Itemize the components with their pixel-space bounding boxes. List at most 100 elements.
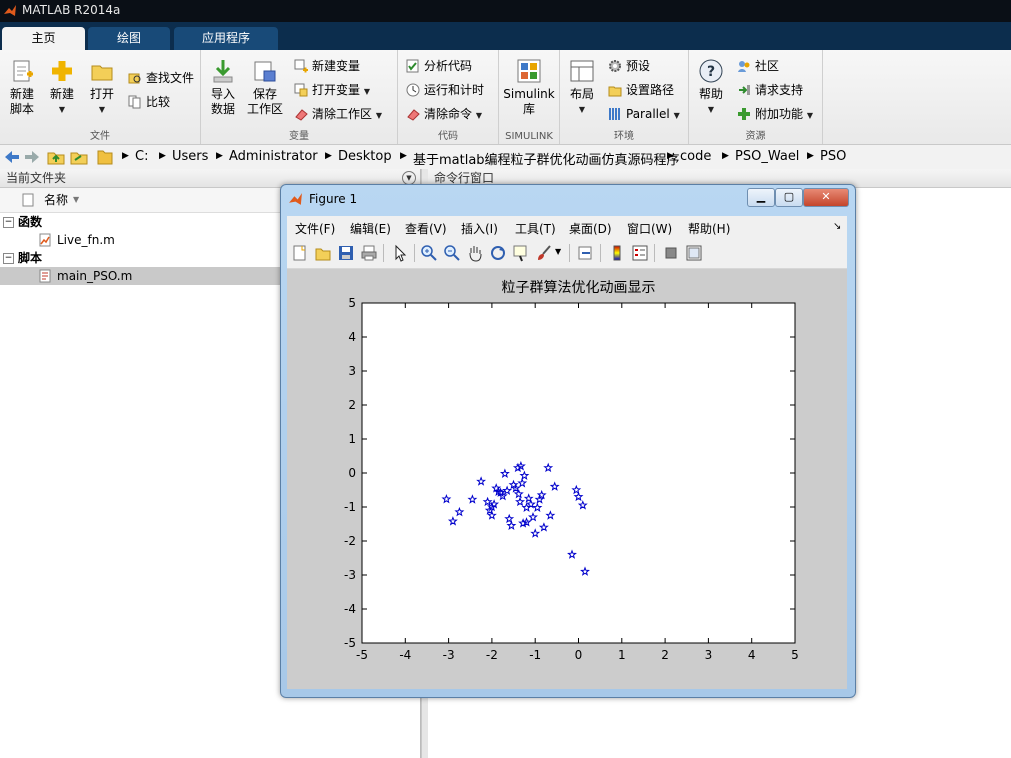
clear-commands-label: 清除命令 bbox=[424, 107, 473, 121]
plot-area[interactable]: 粒子群算法优化动画显示 -5 -4 -3 -2 -1 0 1 2 3 4 5 -5 -4 -3 -2 -1 0 1… bbox=[287, 269, 847, 689]
tab-apps[interactable]: 应用程序 bbox=[174, 27, 278, 50]
open-button[interactable]: 打开 ▼ bbox=[84, 58, 120, 117]
scatter-chart[interactable]: 粒子群算法优化动画显示 -5 -4 -3 -2 -1 0 1 2 3 4 5 -5 -4 -3 -2 -1 0 1… bbox=[287, 269, 847, 689]
new-button[interactable]: 新建 ▼ bbox=[44, 58, 80, 117]
show-plot-tools-icon[interactable] bbox=[685, 244, 703, 262]
browse-folder-icon[interactable] bbox=[70, 149, 88, 165]
breadcrumb-item[interactable]: PSO_Wael bbox=[735, 149, 799, 164]
preferences-button[interactable]: 预设 bbox=[608, 56, 650, 76]
import-data-button[interactable]: 导入 数据 bbox=[205, 58, 241, 117]
new-variable-button[interactable]: 新建变量 bbox=[294, 56, 360, 76]
analyze-code-icon bbox=[406, 59, 419, 73]
rotate-3d-icon[interactable] bbox=[489, 244, 507, 262]
maximize-button[interactable]: ▢ bbox=[775, 188, 803, 207]
back-arrow-icon[interactable] bbox=[4, 150, 20, 164]
svg-text:?: ? bbox=[707, 64, 715, 80]
figure-window[interactable]: Figure 1 ▁ ▢ ✕ 文件(F) 编辑(E) 查看(V) 插入(I) 工具(T)… bbox=[280, 184, 856, 698]
breadcrumb-item[interactable]: C: bbox=[135, 149, 148, 164]
brush-icon[interactable] bbox=[535, 244, 553, 262]
simulink-library-button[interactable]: Simulink 库 bbox=[503, 58, 555, 117]
new-script-button[interactable]: 新建 脚本 bbox=[4, 58, 40, 117]
save-icon[interactable] bbox=[337, 244, 355, 262]
parallel-button[interactable]: Parallel ▼ bbox=[608, 104, 680, 124]
x-tick-label: 0 bbox=[575, 648, 583, 662]
breadcrumb-item[interactable]: PSO bbox=[820, 149, 846, 164]
set-path-icon bbox=[608, 86, 622, 97]
compare-button[interactable]: 比较 bbox=[128, 92, 170, 112]
open-variable-button[interactable]: 打开变量 ▼ bbox=[294, 80, 370, 100]
breadcrumb-item[interactable]: Desktop bbox=[338, 149, 392, 164]
link-plot-icon[interactable] bbox=[577, 244, 595, 262]
find-files-icon bbox=[128, 73, 141, 84]
ribbon-group-simulink: Simulink 库 SIMULINK bbox=[499, 50, 560, 144]
help-button[interactable]: ? 帮助 ▼ bbox=[693, 58, 729, 117]
tab-plots[interactable]: 绘图 bbox=[88, 27, 170, 50]
breadcrumb-separator-icon[interactable]: ▶ bbox=[807, 151, 814, 161]
breadcrumb-separator-icon[interactable]: ▶ bbox=[122, 151, 129, 161]
figure-menu-item[interactable]: 文件(F) bbox=[295, 220, 335, 237]
breadcrumb-separator-icon[interactable]: ▶ bbox=[667, 151, 674, 161]
breadcrumb-item[interactable]: Administrator bbox=[229, 149, 318, 164]
minimize-button[interactable]: ▁ bbox=[747, 188, 775, 207]
hide-plot-tools-icon[interactable] bbox=[662, 244, 680, 262]
legend-icon[interactable] bbox=[631, 244, 649, 262]
breadcrumb-separator-icon[interactable]: ▶ bbox=[722, 151, 729, 161]
breadcrumb-item[interactable]: 基于matlab编程粒子群优化动画仿真源码程序 bbox=[413, 149, 680, 168]
figure-menu-item[interactable]: 窗口(W) bbox=[627, 220, 672, 237]
app-title-bar: MATLAB R2014a bbox=[0, 0, 1011, 22]
breadcrumb-separator-icon[interactable]: ▶ bbox=[325, 151, 332, 161]
collapse-icon[interactable]: − bbox=[3, 217, 14, 228]
breadcrumb-separator-icon[interactable]: ▶ bbox=[159, 151, 166, 161]
find-files-button[interactable]: 查找文件 bbox=[128, 68, 194, 88]
collapse-icon[interactable]: − bbox=[3, 253, 14, 264]
new-figure-icon[interactable] bbox=[291, 244, 309, 262]
colorbar-icon[interactable] bbox=[608, 244, 626, 262]
run-and-time-button[interactable]: 运行和计时 bbox=[406, 80, 484, 100]
panel-menu-icon[interactable]: ▼ bbox=[402, 171, 416, 185]
tab-home[interactable]: 主页 bbox=[2, 27, 85, 50]
pan-hand-icon[interactable] bbox=[466, 244, 484, 262]
file-type-icon bbox=[22, 193, 34, 207]
clear-commands-button[interactable]: 清除命令 ▼ bbox=[406, 104, 482, 124]
figure-menu-item[interactable]: 帮助(H) bbox=[688, 220, 730, 237]
chevron-down-icon: ▼ bbox=[58, 105, 66, 114]
open-file-icon[interactable] bbox=[314, 244, 332, 262]
chevron-down-icon: ▼ bbox=[806, 111, 813, 120]
zoom-in-icon[interactable] bbox=[420, 244, 438, 262]
figure-menu-item[interactable]: 插入(I) bbox=[461, 220, 498, 237]
set-path-button[interactable]: 设置路径 bbox=[608, 80, 674, 100]
chevron-down-icon[interactable]: ▼ bbox=[555, 247, 561, 256]
column-name[interactable]: 名称 bbox=[44, 188, 68, 212]
new-label: 新建 bbox=[49, 87, 74, 101]
up-folder-icon[interactable] bbox=[47, 149, 65, 165]
breadcrumb-item[interactable]: code bbox=[680, 149, 711, 164]
layout-button[interactable]: 布局 ▼ bbox=[564, 58, 600, 117]
breadcrumb-separator-icon[interactable]: ▶ bbox=[216, 151, 223, 161]
data-cursor-icon[interactable] bbox=[512, 244, 530, 262]
forward-arrow-icon[interactable] bbox=[24, 150, 40, 164]
clear-workspace-button[interactable]: 清除工作区 ▼ bbox=[294, 104, 382, 124]
print-icon[interactable] bbox=[360, 244, 378, 262]
community-button[interactable]: 社区 bbox=[737, 56, 779, 76]
figure-menu-item[interactable]: 查看(V) bbox=[405, 220, 447, 237]
toolbar-separator bbox=[414, 244, 415, 262]
close-button[interactable]: ✕ bbox=[803, 188, 849, 207]
figure-menu-item[interactable]: 工具(T) bbox=[515, 220, 556, 237]
zoom-out-icon[interactable] bbox=[443, 244, 461, 262]
figure-menu-item[interactable]: 编辑(E) bbox=[350, 220, 391, 237]
pointer-icon[interactable] bbox=[391, 244, 409, 262]
menu-overflow-icon[interactable]: ↘ bbox=[833, 221, 841, 232]
breadcrumb-item[interactable]: Users bbox=[172, 149, 208, 164]
figure-menu-item[interactable]: 桌面(D) bbox=[569, 220, 612, 237]
save-workspace-button[interactable]: 保存 工作区 bbox=[245, 58, 285, 117]
breadcrumb-separator-icon[interactable]: ▶ bbox=[400, 151, 407, 161]
save-workspace-label: 保存 工作区 bbox=[246, 87, 283, 116]
file-name: Live_fn.m bbox=[57, 233, 115, 247]
axes-box[interactable] bbox=[361, 302, 796, 644]
group-label-file: 文件 bbox=[90, 131, 110, 142]
group-label-functions: 函数 bbox=[18, 215, 43, 229]
add-ons-button[interactable]: 附加功能 ▼ bbox=[737, 104, 813, 124]
analyze-code-button[interactable]: 分析代码 bbox=[406, 56, 472, 76]
request-support-button[interactable]: 请求支持 bbox=[737, 80, 803, 100]
x-tick-label: -5 bbox=[356, 648, 368, 662]
